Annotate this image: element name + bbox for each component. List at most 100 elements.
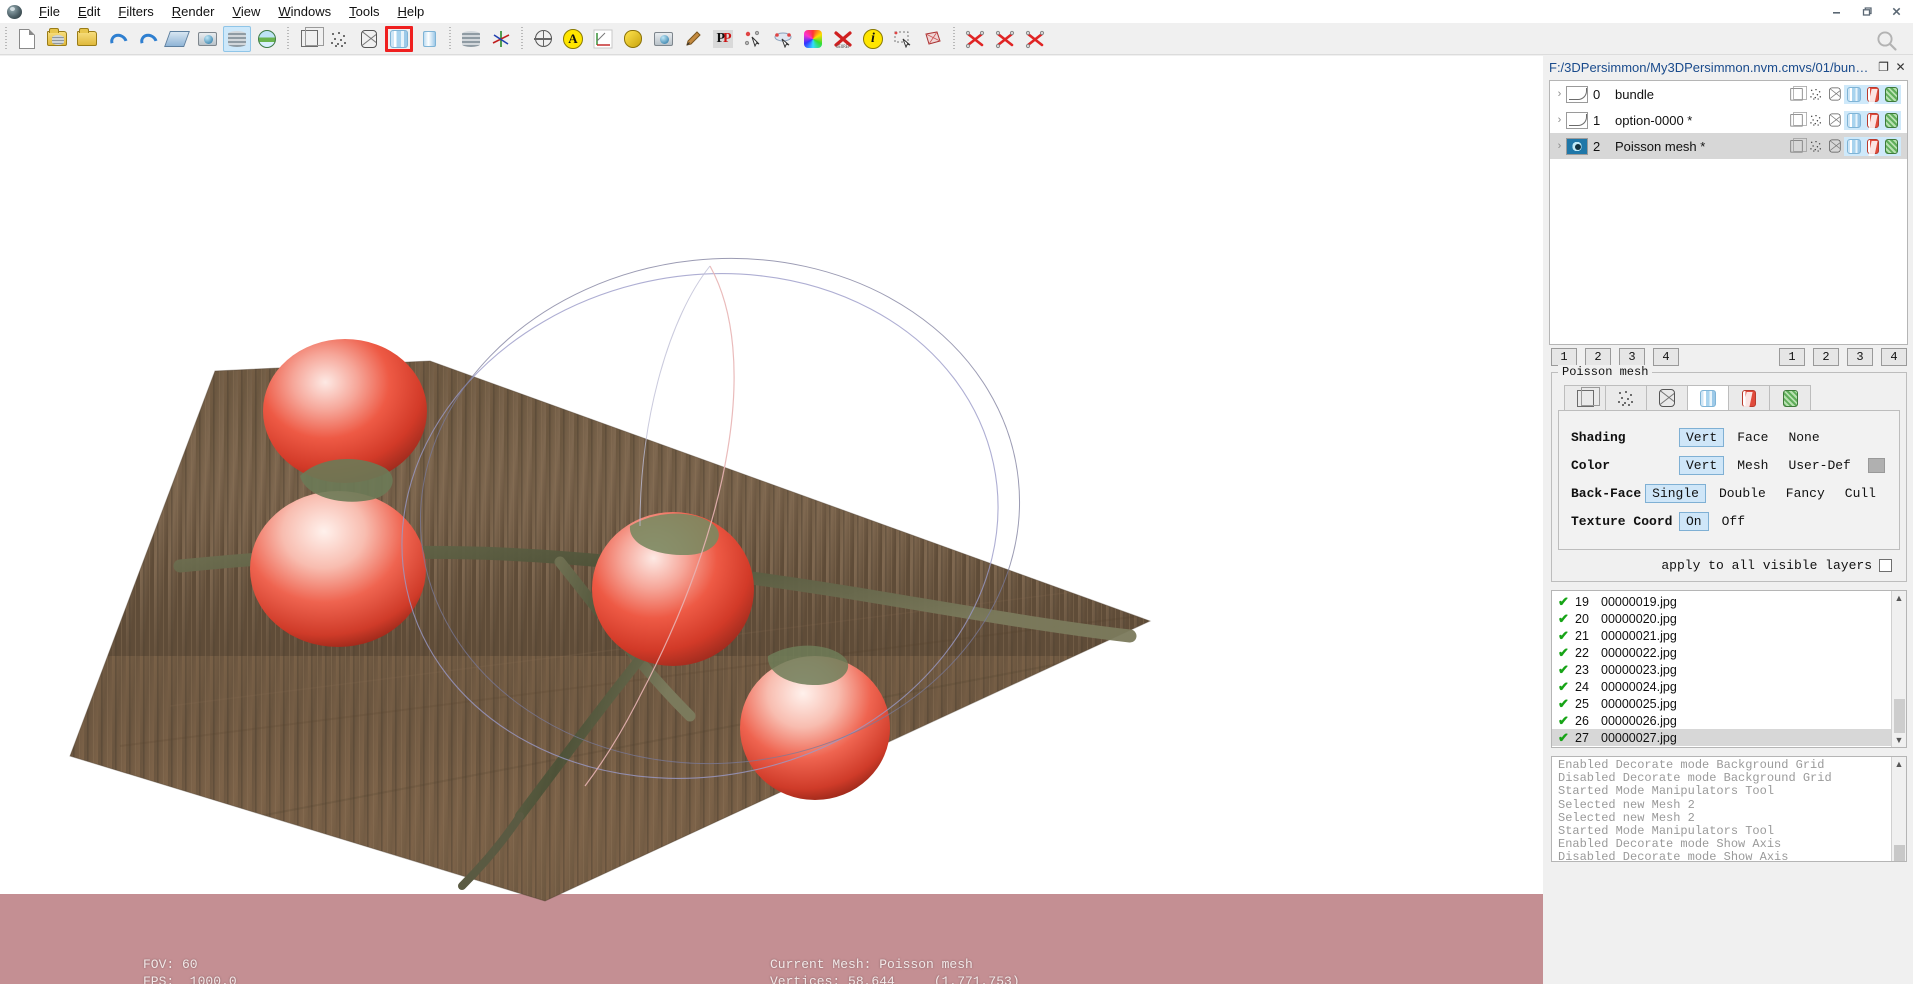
render-tab-bbox-cube[interactable] (1564, 385, 1606, 410)
user-def-color-swatch[interactable] (1867, 457, 1885, 473)
layer-toggle-bbox-cube[interactable] (1787, 85, 1807, 104)
menu-edit[interactable]: Edit (69, 2, 109, 21)
toolbar-paint-brush[interactable] (679, 26, 707, 52)
num-tab-left-1[interactable]: 1 (1551, 348, 1577, 366)
layer-toggle-texture[interactable] (1882, 84, 1901, 104)
toolbar-grip[interactable] (285, 26, 292, 51)
toolbar-open-project[interactable] (43, 26, 71, 52)
toolbar-grip[interactable] (519, 26, 526, 51)
layer-toggle-wireframe[interactable] (1825, 137, 1844, 156)
layer-toggle-flat-lines[interactable] (1844, 84, 1863, 104)
apply-all-row[interactable]: apply to all visible layers (1558, 550, 1900, 573)
toolbar-delete-selection[interactable] (961, 26, 989, 52)
check-icon[interactable]: ✔ (1558, 645, 1575, 661)
toolbar-camera[interactable] (193, 26, 221, 52)
layer-toggle-flat-lines[interactable] (1844, 136, 1863, 156)
option-face[interactable]: Face (1730, 428, 1775, 447)
menu-view[interactable]: View (223, 2, 269, 21)
toolbar-reload[interactable] (103, 26, 131, 52)
option-user-def[interactable]: User-Def (1781, 456, 1857, 475)
menu-tools[interactable]: Tools (340, 2, 388, 21)
toolbar-save-snapshot[interactable] (163, 26, 191, 52)
scroll-down-icon[interactable]: ▼ (1892, 733, 1906, 747)
layer-toggle-bbox-cube[interactable] (1787, 137, 1807, 156)
render-tab-texture[interactable] (1769, 385, 1811, 410)
raster-list-item[interactable]: ✔ 20 00000020.jpg (1552, 610, 1891, 627)
layer-row[interactable]: › 0 bundle (1550, 81, 1907, 107)
eye-thumb-icon[interactable] (1566, 137, 1588, 155)
layer-toggle-bbox-cube[interactable] (1787, 111, 1807, 130)
toolbar-pdf-export[interactable]: PP (709, 26, 737, 52)
toolbar-paint-pear[interactable] (619, 26, 647, 52)
toolbar-flat-lines[interactable] (385, 25, 413, 52)
toolbar-smooth-shading[interactable] (415, 26, 443, 52)
menu-render[interactable]: Render (163, 2, 224, 21)
layer-toggle-point-cloud[interactable] (1806, 85, 1825, 104)
raster-file-list[interactable]: ✔ 19 00000019.jpg ✔ 20 00000020.jpg ✔ 21 0000002… (1551, 590, 1907, 748)
render-mode-tabs[interactable] (1558, 385, 1900, 411)
num-tab-right-3[interactable]: 3 (1847, 348, 1873, 366)
menu-windows[interactable]: Windows (269, 2, 340, 21)
maximize-button[interactable] (1851, 1, 1881, 21)
layer-toggle-wireframe[interactable] (1825, 111, 1844, 130)
menu-file[interactable]: File (30, 2, 69, 21)
option-fancy[interactable]: Fancy (1779, 484, 1832, 503)
num-tab-left-2[interactable]: 2 (1585, 348, 1611, 366)
3d-viewport[interactable]: FOV: 60 FPS: 1000.0 BO_RENDERING Current… (0, 56, 1543, 984)
toolbar-delete-all[interactable] (1021, 26, 1049, 52)
check-icon[interactable]: ✔ (1558, 730, 1575, 746)
option-vert[interactable]: Vert (1679, 455, 1725, 475)
file-list-scrollbar[interactable]: ▲ ▼ (1891, 591, 1906, 747)
toolbar-axis-cross[interactable] (487, 26, 515, 52)
menu-filters[interactable]: Filters (109, 2, 162, 21)
num-tab-left-3[interactable]: 3 (1619, 348, 1645, 366)
check-icon[interactable]: ✔ (1558, 662, 1575, 678)
toolbar-texture-stack[interactable] (457, 26, 485, 52)
apply-all-checkbox[interactable] (1879, 559, 1892, 572)
layer-toggle-wireframe[interactable] (1825, 85, 1844, 104)
check-icon[interactable]: ✔ (1558, 696, 1575, 712)
render-tab-wireframe[interactable] (1646, 385, 1688, 410)
toolbar-graph-axis[interactable] (589, 26, 617, 52)
toolbar-sphere-wire[interactable] (529, 26, 557, 52)
raster-list-item[interactable]: ✔ 24 00000024.jpg (1552, 678, 1891, 695)
curve-thumb-icon[interactable] (1566, 85, 1588, 103)
toolbar-align-camera[interactable] (649, 26, 677, 52)
log-console[interactable]: Enabled Decorate mode Background Grid Di… (1551, 756, 1907, 864)
num-tab-right-1[interactable]: 1 (1779, 348, 1805, 366)
log-scrollbar[interactable]: ▲ (1891, 757, 1906, 861)
toolbar-wireframe[interactable] (355, 26, 383, 52)
toolbar-info[interactable]: i (859, 26, 887, 52)
chevron-right-icon[interactable]: › (1553, 114, 1566, 126)
option-single[interactable]: Single (1645, 483, 1706, 503)
toolbar-edit-points[interactable] (769, 26, 797, 52)
check-icon[interactable]: ✔ (1558, 679, 1575, 695)
num-tab-right-4[interactable]: 4 (1881, 348, 1907, 366)
option-cull[interactable]: Cull (1838, 484, 1883, 503)
option-vert[interactable]: Vert (1679, 427, 1725, 447)
raster-list-item[interactable]: ✔ 19 00000019.jpg (1552, 593, 1891, 610)
toolbar-new-document[interactable] (13, 26, 41, 52)
option-off[interactable]: Off (1715, 512, 1752, 531)
log-scroll-up-icon[interactable]: ▲ (1892, 757, 1906, 771)
toolbar-color-fruit[interactable] (799, 26, 827, 52)
toolbar-grip[interactable] (447, 26, 454, 51)
toolbar-grip[interactable] (951, 26, 958, 51)
layer-tree[interactable]: › 0 bundle › 1 option-0000 * › 2 Poisson mesh * (1549, 80, 1908, 345)
dock-close-button[interactable]: ✕ (1892, 59, 1909, 76)
layer-toggle-point-cloud[interactable] (1806, 111, 1825, 130)
raster-list-item[interactable]: ✔ 22 00000022.jpg (1552, 644, 1891, 661)
toolbar-grip[interactable] (3, 26, 10, 51)
toolbar-georef[interactable]: GEOREF (829, 26, 857, 52)
curve-thumb-icon[interactable] (1566, 111, 1588, 129)
toolbar-select-rect[interactable] (889, 26, 917, 52)
raster-list-item[interactable]: ✔ 26 00000026.jpg (1552, 712, 1891, 729)
check-icon[interactable]: ✔ (1558, 611, 1575, 627)
toolbar-point-cloud[interactable] (325, 26, 353, 52)
layer-toggle-texture[interactable] (1882, 110, 1901, 130)
layer-toggle-texture[interactable] (1882, 136, 1901, 156)
raster-list-item[interactable]: ✔ 23 00000023.jpg (1552, 661, 1891, 678)
check-icon[interactable]: ✔ (1558, 713, 1575, 729)
raster-list-item[interactable]: ✔ 25 00000025.jpg (1552, 695, 1891, 712)
raster-list-item[interactable]: ✔ 21 00000021.jpg (1552, 627, 1891, 644)
